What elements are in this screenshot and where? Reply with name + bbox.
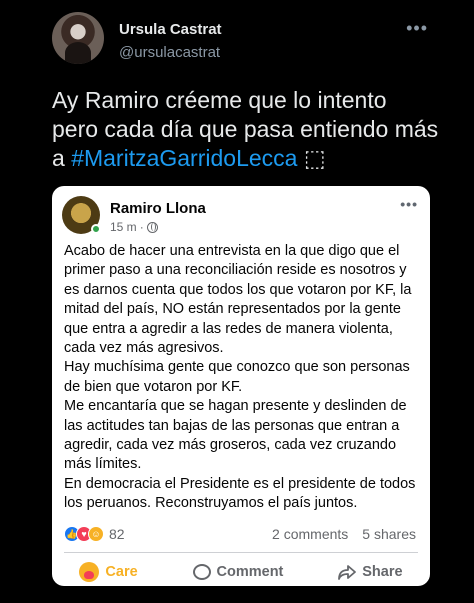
facebook-post-screenshot: Ramiro Llona 15 m · ••• Acabo de hacer u…	[52, 186, 430, 586]
post-paragraph: Acabo de hacer una entrevista en la que …	[64, 243, 412, 357]
tweet-header: Ursula Castrat @ursulacastrat •••	[52, 12, 472, 68]
care-reaction-icon: ☺	[88, 526, 104, 542]
post-paragraph: Hay muchísima gente que conozco que son …	[64, 359, 410, 395]
meta-separator: ·	[139, 220, 144, 234]
tweet-text: Ay Ramiro créeme que lo intento pero cad…	[52, 86, 452, 173]
post-author: Ramiro Llona	[110, 200, 206, 217]
reaction-count: 82	[109, 526, 125, 542]
display-name[interactable]: Ursula Castrat	[119, 21, 222, 38]
post-paragraph: En democracia el Presidente es el presid…	[64, 475, 416, 512]
post-meta: 15 m ·	[110, 220, 158, 234]
globe-icon	[146, 221, 158, 233]
more-horizontal-icon[interactable]: •••	[406, 18, 428, 39]
reactions-summary: 👍 ♥ ☺ 82	[64, 526, 125, 542]
care-button: Care	[79, 562, 138, 582]
post-paragraph: Me encantaría que se hagan presente y de…	[64, 398, 407, 473]
tweet-text-line: Ay Ramiro créeme que lo intento	[52, 87, 387, 113]
post-actions: Care Comment Share	[52, 559, 430, 585]
tweet-text-line: pero cada día que pasa entiendo más	[52, 116, 439, 142]
avatar[interactable]	[52, 12, 104, 64]
care-icon	[79, 562, 100, 582]
emoji-placeholder: ⬚	[303, 145, 326, 171]
comment-label: Comment	[216, 564, 284, 580]
share-button: Share	[338, 564, 403, 580]
divider	[64, 552, 418, 553]
user-handle[interactable]: @ursulacastrat	[119, 44, 220, 61]
tweet-text-prefix: a	[52, 145, 72, 171]
comment-button: Comment	[192, 564, 284, 580]
share-icon	[338, 565, 357, 580]
comments-count: 2 comments	[272, 526, 349, 542]
care-label: Care	[105, 564, 138, 580]
tweet-text-line: a #MaritzaGarridoLecca ⬚	[52, 144, 452, 173]
online-status-dot	[91, 224, 101, 234]
engagement-counts: 2 comments 5 shares	[272, 526, 416, 542]
post-body: Acabo de hacer una entrevista en la que …	[64, 242, 422, 514]
shares-count: 5 shares	[362, 526, 416, 542]
comment-icon	[192, 564, 211, 580]
share-label: Share	[362, 564, 403, 580]
hashtag-link[interactable]: #MaritzaGarridoLecca	[71, 145, 297, 171]
more-horizontal-icon: •••	[400, 196, 418, 212]
post-time: 15 m	[110, 220, 137, 234]
